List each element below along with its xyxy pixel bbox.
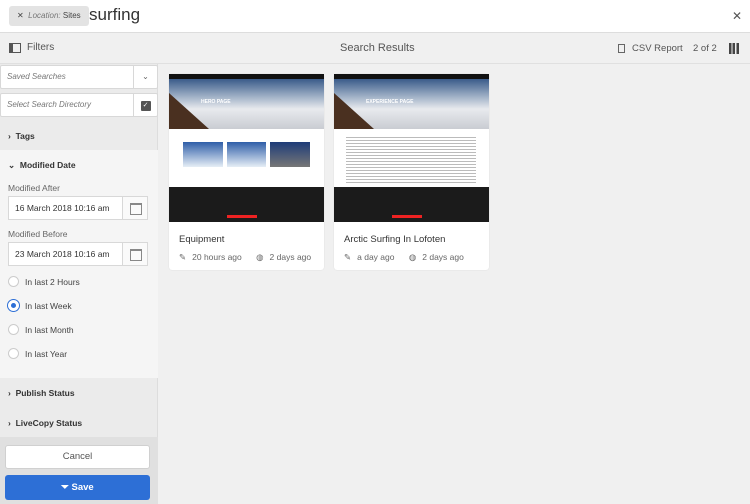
filter-sidebar: Saved Searches ⌄ Select Search Directory ✓… [0,64,158,504]
modified-after-value: 16 March 2018 10:16 am [15,203,110,213]
modified-date-label: Modified Date [19,160,76,170]
radio-label: In last Week [25,300,72,311]
search-input[interactable]: surfing [89,5,140,25]
radio-icon [8,276,19,287]
radio-label: In last 2 Hours [25,276,80,287]
close-icon[interactable]: ✕ [732,9,742,23]
report-icon [618,44,625,53]
save-label: Save [71,482,94,493]
radio-last-year[interactable]: In last Year [8,348,67,359]
modified-time: 20 hours ago [192,252,242,262]
globe-icon: ◍ [408,252,417,262]
result-card[interactable]: EXPERIENCE PAGE Arctic Surfing In Lofote… [334,74,489,270]
filter-add-icon: ⏷ [61,482,69,493]
filters-label: Filters [27,42,55,53]
checkmark-icon: ✓ [140,101,151,111]
result-card[interactable]: HERO PAGE Equipment ✎ 20 hours ago ◍ 2 day… [169,74,324,270]
card-title: Arctic Surfing In Lofoten [344,234,446,245]
page-title: Search Results [340,42,415,54]
csv-report-button[interactable]: CSV Report [618,43,683,54]
modified-before-field[interactable]: 23 March 2018 10:16 am [8,242,148,266]
search-bar: ✕ Location: Sites surfing ✕ [0,0,750,33]
pencil-icon: ✎ [344,252,352,262]
globe-icon: ◍ [256,252,264,262]
radio-icon [8,324,19,335]
livecopy-status-section[interactable]: › LiveCopy Status [8,418,82,428]
directory-placeholder: Select Search Directory [7,100,92,109]
thumb-label: HERO PAGE [201,99,231,105]
modified-after-field[interactable]: 16 March 2018 10:16 am [8,196,148,220]
publish-status-section[interactable]: › Publish Status [8,388,75,398]
card-title: Equipment [179,234,225,245]
radio-checked-icon [8,300,19,311]
directory-picker-button[interactable]: ✓ [133,94,157,116]
modified-date-toggle[interactable]: ⌄ Modified Date [8,160,76,171]
livecopy-status-label: LiveCopy Status [15,418,83,428]
save-button[interactable]: ⏷ Save [5,475,150,500]
publish-status-label: Publish Status [15,388,75,398]
result-count: 2 of 2 [693,43,717,54]
tag-value: Sites [62,11,81,20]
remove-tag-icon[interactable]: ✕ [17,11,24,20]
view-switcher-icon[interactable] [729,43,739,54]
tags-label: Tags [15,131,35,141]
sidebar-footer: Cancel ⏷ Save [0,437,158,504]
modified-after-label: Modified After [8,183,60,193]
modified-before-label: Modified Before [8,229,68,239]
toolbar: Filters Search Results CSV Report 2 of 2 [0,33,750,64]
tag-key: Location: [28,11,61,20]
thumb-label: EXPERIENCE PAGE [366,99,414,105]
rail-icon [9,42,21,53]
radio-last-week[interactable]: In last Week [8,300,72,311]
page-thumbnail: EXPERIENCE PAGE [334,74,489,222]
radio-label: In last Month [25,324,74,335]
published-time: 2 days ago [269,252,312,262]
cancel-button[interactable]: Cancel [5,445,150,469]
calendar-icon[interactable] [122,197,147,219]
published-time: 2 days ago [422,252,464,262]
modified-date-section: ⌄ Modified Date Modified After 16 March … [0,150,158,378]
radio-last-2-hours[interactable]: In last 2 Hours [8,276,80,287]
modified-time: a day ago [357,252,395,262]
csv-label: CSV Report [632,43,683,54]
page-thumbnail: HERO PAGE [169,74,324,222]
radio-label: In last Year [25,348,68,359]
chevron-down-icon[interactable]: ⌄ [133,66,157,88]
radio-icon [8,348,19,359]
pencil-icon: ✎ [179,252,187,262]
saved-searches-placeholder: Saved Searches [7,72,66,81]
modified-before-value: 23 March 2018 10:16 am [15,249,110,259]
saved-searches-select[interactable]: Saved Searches ⌄ [0,65,158,89]
radio-last-month[interactable]: In last Month [8,324,74,335]
calendar-icon[interactable] [122,243,147,265]
tags-section[interactable]: › Tags [8,131,35,141]
search-directory-field[interactable]: Select Search Directory ✓ [0,93,158,117]
location-tag[interactable]: ✕ Location: Sites [9,6,89,26]
filters-toggle[interactable]: Filters [9,42,54,53]
